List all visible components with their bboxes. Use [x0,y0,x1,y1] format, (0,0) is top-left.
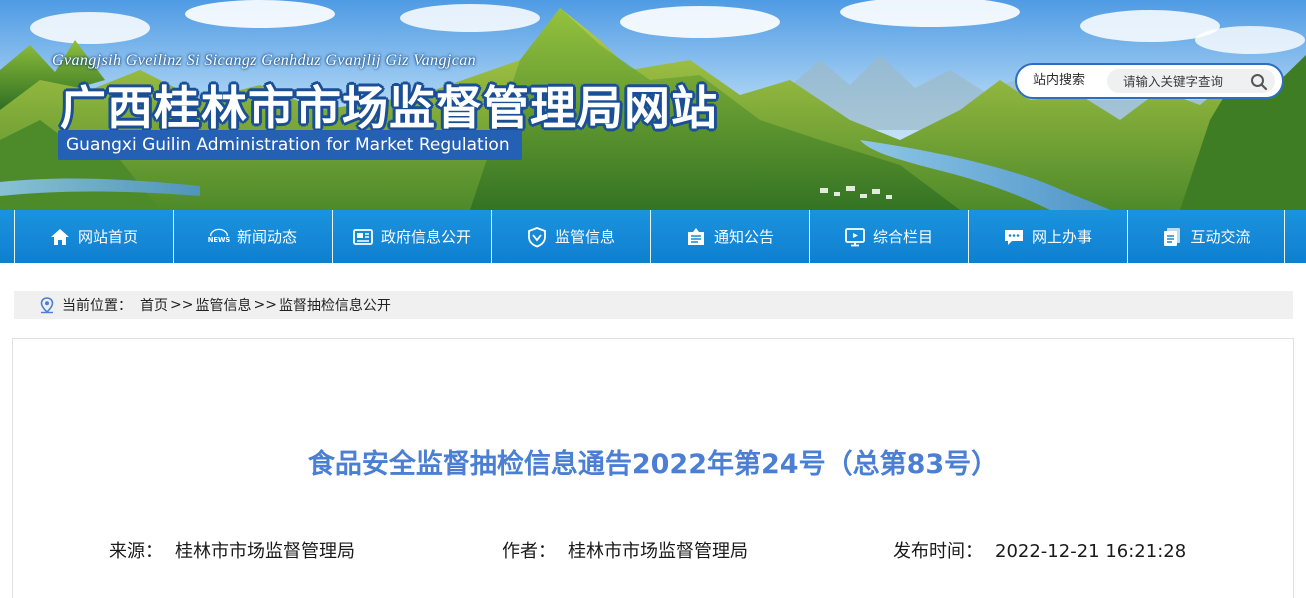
nav-item-label: 网上办事 [1031,228,1092,246]
site-title: 广西桂林市市场监督管理局网站 [60,81,718,135]
site-search: 站内搜索 [1015,63,1284,99]
breadcrumb-separator: >> [170,297,194,313]
nav-item-home[interactable]: 网站首页 [14,210,172,263]
nav-item-supervision[interactable]: 监管信息 [491,210,649,263]
nav-item-gov-info[interactable]: 政府信息公开 [332,210,490,263]
date-label: 发布时间： [893,541,983,562]
nav-item-label: 政府信息公开 [380,228,471,246]
source-label: 来源： [109,541,163,562]
breadcrumb: 当前位置： 首页 >> 监管信息 >> 监督抽检信息公开 [14,291,1293,319]
shield-icon [526,226,548,248]
nav-item-notices[interactable]: 通知公告 [650,210,808,263]
main-nav: 网站首页 NEWS 新闻动态 政府信息公开 监管信息 通知公告 综合栏目 网上办… [0,210,1306,263]
nav-item-label: 网站首页 [77,228,138,246]
location-pin-icon [38,296,56,314]
author-label: 作者： [502,541,556,562]
breadcrumb-supervision-link[interactable]: 监管信息 [195,295,251,315]
article-author: 作者： 桂林市市场监督管理局 [502,537,748,563]
nav-item-label: 综合栏目 [872,228,933,246]
nav-item-comprehensive[interactable]: 综合栏目 [809,210,967,263]
author-value: 桂林市市场监督管理局 [568,541,748,562]
search-icon[interactable] [1249,72,1269,92]
date-value: 2022-12-21 16:21:28 [995,541,1187,562]
nav-item-news[interactable]: NEWS 新闻动态 [173,210,331,263]
source-value: 桂林市市场监督管理局 [175,541,355,562]
nav-item-label: 互动交流 [1190,228,1251,246]
svg-text:NEWS: NEWS [208,236,230,244]
header-banner: Gvangjsih Gveilinz Si Sicangz Genhduz Gv… [0,0,1306,210]
breadcrumb-label: 当前位置： [62,298,132,314]
home-icon [49,226,71,248]
monitor-icon [844,226,866,248]
article-panel: 食品安全监督抽检信息通告2022年第24号（总第83号） 来源： 桂林市市场监督管… [12,338,1294,598]
article-date: 发布时间： 2022-12-21 16:21:28 [893,537,1186,563]
breadcrumb-separator: >> [253,297,277,313]
nav-item-online-services[interactable]: 网上办事 [968,210,1126,263]
news-icon: NEWS [208,226,230,248]
article-source: 来源： 桂林市市场监督管理局 [109,537,355,563]
nav-item-label: 监管信息 [554,228,615,246]
document-icon [1161,226,1183,248]
nav-item-label: 通知公告 [713,228,774,246]
site-title-pinyin: Gvangjsih Gveilinz Si Sicangz Genhduz Gv… [52,52,477,69]
breadcrumb-home-link[interactable]: 首页 [140,295,168,315]
breadcrumb-inspection-link[interactable]: 监督抽检信息公开 [279,295,391,315]
newspaper-icon [352,226,374,248]
notice-icon [685,226,707,248]
site-title-english: Guangxi Guilin Administration for Market… [58,130,522,160]
chat-icon [1003,226,1025,248]
nav-item-label: 新闻动态 [236,228,297,246]
search-label[interactable]: 站内搜索 [1033,65,1085,97]
nav-item-interaction[interactable]: 互动交流 [1127,210,1285,263]
article-title: 食品安全监督抽检信息通告2022年第24号（总第83号） [307,449,999,480]
